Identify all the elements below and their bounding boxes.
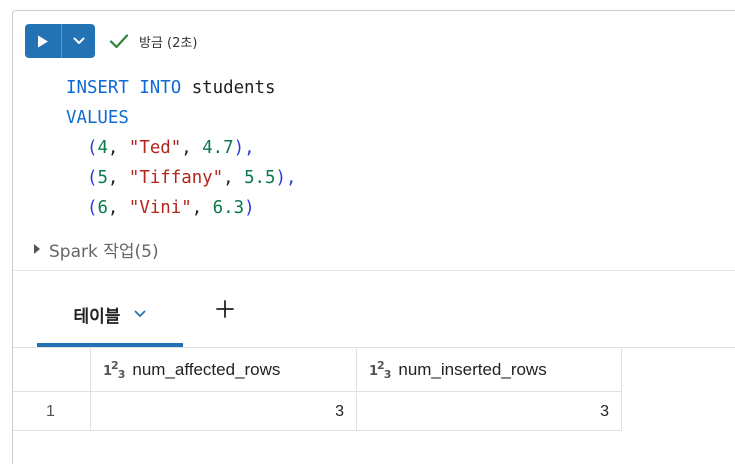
status-text: 방금 (2초): [139, 35, 198, 51]
spark-jobs-label: Spark 작업(5): [49, 241, 159, 262]
code-editor[interactable]: INSERT INTO students VALUES (4, "Ted", 4…: [66, 73, 296, 223]
check-icon: [109, 34, 129, 49]
play-icon: [38, 35, 48, 47]
run-cell-button[interactable]: [25, 24, 61, 58]
chevron-down-icon[interactable]: [134, 310, 146, 318]
code-keyword: INTO: [139, 78, 182, 98]
code-number: 5.5: [244, 168, 276, 188]
run-button-group: [25, 24, 95, 58]
code-paren: ),: [233, 138, 255, 158]
code-table-name: students: [191, 78, 276, 98]
row-index-cell: 1: [13, 393, 91, 431]
code-number: 5: [97, 168, 108, 188]
integer-type-icon: 123: [369, 358, 391, 381]
column-header-label: num_affected_rows: [132, 359, 281, 379]
code-paren: ): [244, 198, 255, 218]
caret-right-icon: [34, 244, 40, 254]
row-index-header: [13, 348, 91, 392]
notebook-cell: 방금 (2초) INSERT INTO students VALUES (4, …: [12, 10, 735, 464]
table-cell[interactable]: 3: [91, 393, 357, 431]
spark-jobs-toggle[interactable]: Spark 작업(5): [33, 237, 159, 262]
code-paren: ),: [275, 168, 297, 188]
add-tab-button[interactable]: [209, 293, 241, 325]
chevron-down-icon: [73, 37, 84, 44]
column-header-label: num_inserted_rows: [398, 359, 547, 379]
code-paren: (: [86, 168, 98, 188]
plus-icon: [216, 300, 234, 318]
code-number: 4: [97, 138, 108, 158]
code-number: 6.3: [212, 198, 245, 218]
code-string: "Tiffany": [128, 168, 224, 188]
code-paren: (: [86, 198, 98, 218]
code-string: "Vini": [128, 198, 192, 218]
column-header[interactable]: 123 num_affected_rows: [91, 348, 357, 392]
code-keyword: VALUES: [66, 108, 129, 128]
table-header-row: 123 num_affected_rows 123 num_inserted_r…: [13, 348, 622, 392]
code-paren: (: [86, 138, 98, 158]
table-cell[interactable]: 3: [357, 393, 622, 431]
run-options-button[interactable]: [62, 24, 95, 58]
code-string: "Ted": [128, 138, 182, 158]
table-row: 1 3 3: [13, 393, 622, 431]
code-keyword: INSERT: [66, 78, 129, 98]
column-header[interactable]: 123 num_inserted_rows: [357, 348, 622, 392]
run-status: 방금 (2초): [109, 30, 197, 52]
integer-type-icon: 123: [103, 358, 125, 381]
code-number: 6: [97, 198, 108, 218]
tab-table[interactable]: 테이블: [37, 281, 183, 347]
code-number: 4.7: [202, 138, 234, 158]
section-divider: [13, 270, 735, 271]
tab-label: 테이블: [73, 306, 121, 327]
